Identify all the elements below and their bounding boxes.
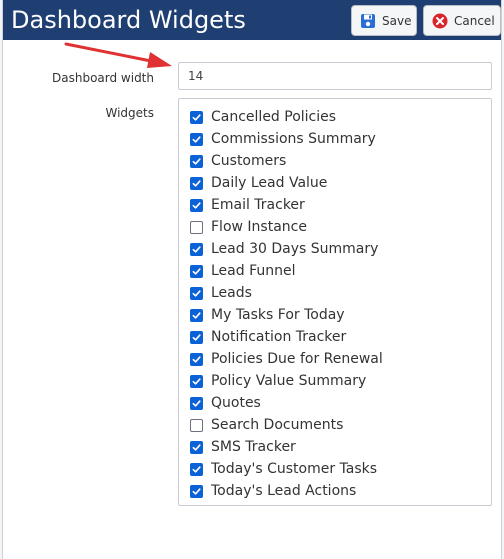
widgets-checkbox-list: Cancelled Policies Commissions Summary Cus…: [178, 98, 492, 506]
checkbox-unchecked[interactable]: [190, 220, 203, 234]
widget-item-label: Policy Value Summary: [211, 373, 367, 389]
widget-item-label: Commissions Summary: [211, 131, 376, 147]
widget-item-label: Today's Customer Tasks: [211, 461, 378, 477]
widget-item[interactable]: Daily Lead Value: [190, 172, 491, 194]
checkbox-checked[interactable]: [190, 286, 203, 300]
checkmark-icon: [192, 355, 201, 363]
widget-item-label: Search Documents: [211, 417, 344, 433]
widget-item[interactable]: Quotes: [190, 392, 491, 414]
checkbox-checked[interactable]: [190, 198, 203, 212]
cancel-button-label: Cancel: [454, 13, 495, 28]
checkmark-icon: [192, 245, 201, 253]
widget-item-label: Leads: [211, 285, 252, 301]
widget-item[interactable]: Customers: [190, 150, 491, 172]
checkmark-icon: [192, 267, 201, 275]
widget-item-label: SMS Tracker: [211, 439, 296, 455]
widget-item-label: Customers: [211, 153, 287, 169]
dashboard-widgets-dialog: Dashboard Widgets Save Cancel Dashboard …: [2, 0, 502, 559]
checkbox-checked[interactable]: [190, 462, 203, 476]
checkmark-icon: [192, 113, 201, 121]
cancel-circle-icon: [432, 13, 448, 29]
red-arrow-icon: [64, 42, 172, 68]
checkbox-checked[interactable]: [190, 264, 203, 278]
checkbox-checked[interactable]: [190, 440, 203, 454]
widget-item[interactable]: Policies Due for Renewal: [190, 348, 491, 370]
widget-item-label: My Tasks For Today: [211, 307, 345, 323]
widget-item[interactable]: Notification Tracker: [190, 326, 491, 348]
checkmark-icon: [192, 465, 201, 473]
widget-item[interactable]: Today's Customer Tasks: [190, 458, 491, 480]
widget-item[interactable]: Policy Value Summary: [190, 370, 491, 392]
widget-item[interactable]: Leads: [190, 282, 491, 304]
checkmark-icon: [192, 179, 201, 187]
widget-item[interactable]: Lead 30 Days Summary: [190, 238, 491, 260]
widget-item[interactable]: Lead Funnel: [190, 260, 491, 282]
widget-item[interactable]: My Tasks For Today: [190, 304, 491, 326]
checkbox-checked[interactable]: [190, 374, 203, 388]
dialog-title: Dashboard Widgets: [11, 6, 246, 34]
dashboard-width-label: Dashboard width: [52, 71, 154, 85]
checkbox-checked[interactable]: [190, 176, 203, 190]
widget-item[interactable]: Flow Instance: [190, 216, 491, 238]
checkmark-icon: [192, 311, 201, 319]
checkbox-checked[interactable]: [190, 110, 203, 124]
widget-item-label: Lead 30 Days Summary: [211, 241, 379, 257]
widget-item-label: Notification Tracker: [211, 329, 347, 345]
checkbox-checked[interactable]: [190, 132, 203, 146]
checkmark-icon: [192, 135, 201, 143]
checkbox-checked[interactable]: [190, 484, 203, 498]
widget-item-label: Email Tracker: [211, 197, 305, 213]
checkmark-icon: [192, 157, 201, 165]
widgets-label: Widgets: [105, 106, 154, 120]
cancel-button[interactable]: Cancel: [423, 5, 501, 36]
dialog-header: Dashboard Widgets Save Cancel: [3, 0, 501, 40]
checkbox-checked[interactable]: [190, 396, 203, 410]
save-button-label: Save: [382, 13, 412, 28]
widget-item-label: Today's Lead Actions: [211, 483, 357, 499]
checkbox-checked[interactable]: [190, 330, 203, 344]
checkbox-unchecked[interactable]: [190, 418, 203, 432]
checkbox-checked[interactable]: [190, 352, 203, 366]
widget-item[interactable]: Search Documents: [190, 414, 491, 436]
checkmark-icon: [192, 399, 201, 407]
widget-item-label: Policies Due for Renewal: [211, 351, 383, 367]
checkmark-icon: [192, 289, 201, 297]
checkmark-icon: [192, 201, 201, 209]
widget-item-label: Daily Lead Value: [211, 175, 328, 191]
widget-item[interactable]: Email Tracker: [190, 194, 491, 216]
widget-item-label: Quotes: [211, 395, 261, 411]
checkbox-checked[interactable]: [190, 242, 203, 256]
widget-item[interactable]: SMS Tracker: [190, 436, 491, 458]
checkbox-checked[interactable]: [190, 308, 203, 322]
widget-item[interactable]: Today's Lead Actions: [190, 480, 491, 502]
checkmark-icon: [192, 333, 201, 341]
checkmark-icon: [192, 443, 201, 451]
checkmark-icon: [192, 377, 201, 385]
save-button[interactable]: Save: [351, 5, 417, 36]
widget-item[interactable]: Cancelled Policies: [190, 106, 491, 128]
widget-item-label: Cancelled Policies: [211, 109, 337, 125]
floppy-disk-icon: [360, 13, 376, 29]
dashboard-width-input[interactable]: [178, 62, 492, 90]
widget-item[interactable]: Commissions Summary: [190, 128, 491, 150]
widget-item-label: Lead Funnel: [211, 263, 296, 279]
checkbox-checked[interactable]: [190, 154, 203, 168]
checkmark-icon: [192, 487, 201, 495]
widget-item-label: Flow Instance: [211, 219, 307, 235]
